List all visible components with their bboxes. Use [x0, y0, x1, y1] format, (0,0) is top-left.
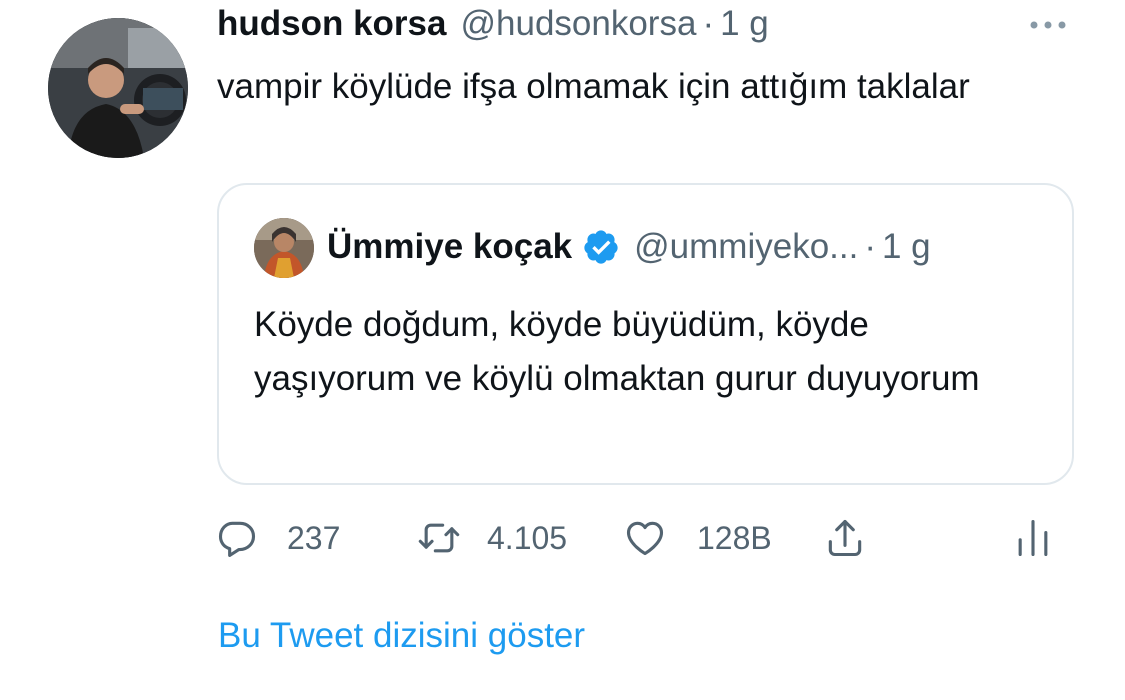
like-button[interactable]: 128B	[623, 512, 772, 564]
like-count: 128B	[697, 519, 772, 556]
reply-count: 237	[287, 519, 341, 556]
tweet-actions: 237 4.105 128B	[215, 512, 1075, 564]
share-button[interactable]	[823, 512, 867, 564]
tweet-time[interactable]: 1 g	[720, 4, 769, 44]
verified-badge-icon	[584, 230, 618, 264]
analytics-icon	[1018, 519, 1048, 557]
reply-button[interactable]: 237	[215, 512, 340, 564]
quoted-avatar-photo	[254, 218, 314, 278]
tweet-text: vampir köylüde ifşa olmamak için attığım…	[217, 67, 970, 106]
avatar-photo	[48, 18, 188, 158]
reply-icon	[218, 521, 256, 557]
quoted-tweet-time[interactable]: 1 g	[882, 227, 931, 267]
retweet-button[interactable]: 4.105	[417, 512, 567, 564]
quoted-tweet-header: Ümmiye koçak @ummiyeko... · 1 g	[327, 227, 931, 267]
share-icon	[828, 519, 862, 557]
author-avatar[interactable]	[48, 18, 188, 158]
retweet-icon	[418, 523, 460, 553]
quoted-author-handle[interactable]: @ummiyeko...	[634, 227, 858, 267]
author-handle[interactable]: @hudsonkorsa	[460, 4, 696, 44]
more-options-button[interactable]	[1026, 8, 1070, 42]
analytics-button[interactable]	[1011, 512, 1055, 564]
separator-dot: ·	[702, 4, 715, 43]
quoted-separator-dot: ·	[864, 227, 876, 266]
author-name[interactable]: hudson korsa	[217, 4, 446, 44]
heart-icon	[626, 521, 664, 556]
quoted-author-name[interactable]: Ümmiye koçak	[327, 227, 572, 267]
show-thread-link[interactable]: Bu Tweet dizisini göster	[218, 616, 585, 656]
quoted-author-avatar[interactable]	[254, 218, 314, 278]
retweet-count: 4.105	[487, 519, 568, 556]
more-horizontal-icon	[1030, 21, 1066, 29]
quoted-tweet-card[interactable]: Ümmiye koçak @ummiyeko... · 1 g Köyde do…	[217, 183, 1074, 485]
quoted-tweet-text: Köyde doğdum, köyde büyüdüm, köyde yaşıy…	[254, 305, 980, 398]
tweet-header: hudson korsa @hudsonkorsa · 1 g	[217, 4, 769, 44]
